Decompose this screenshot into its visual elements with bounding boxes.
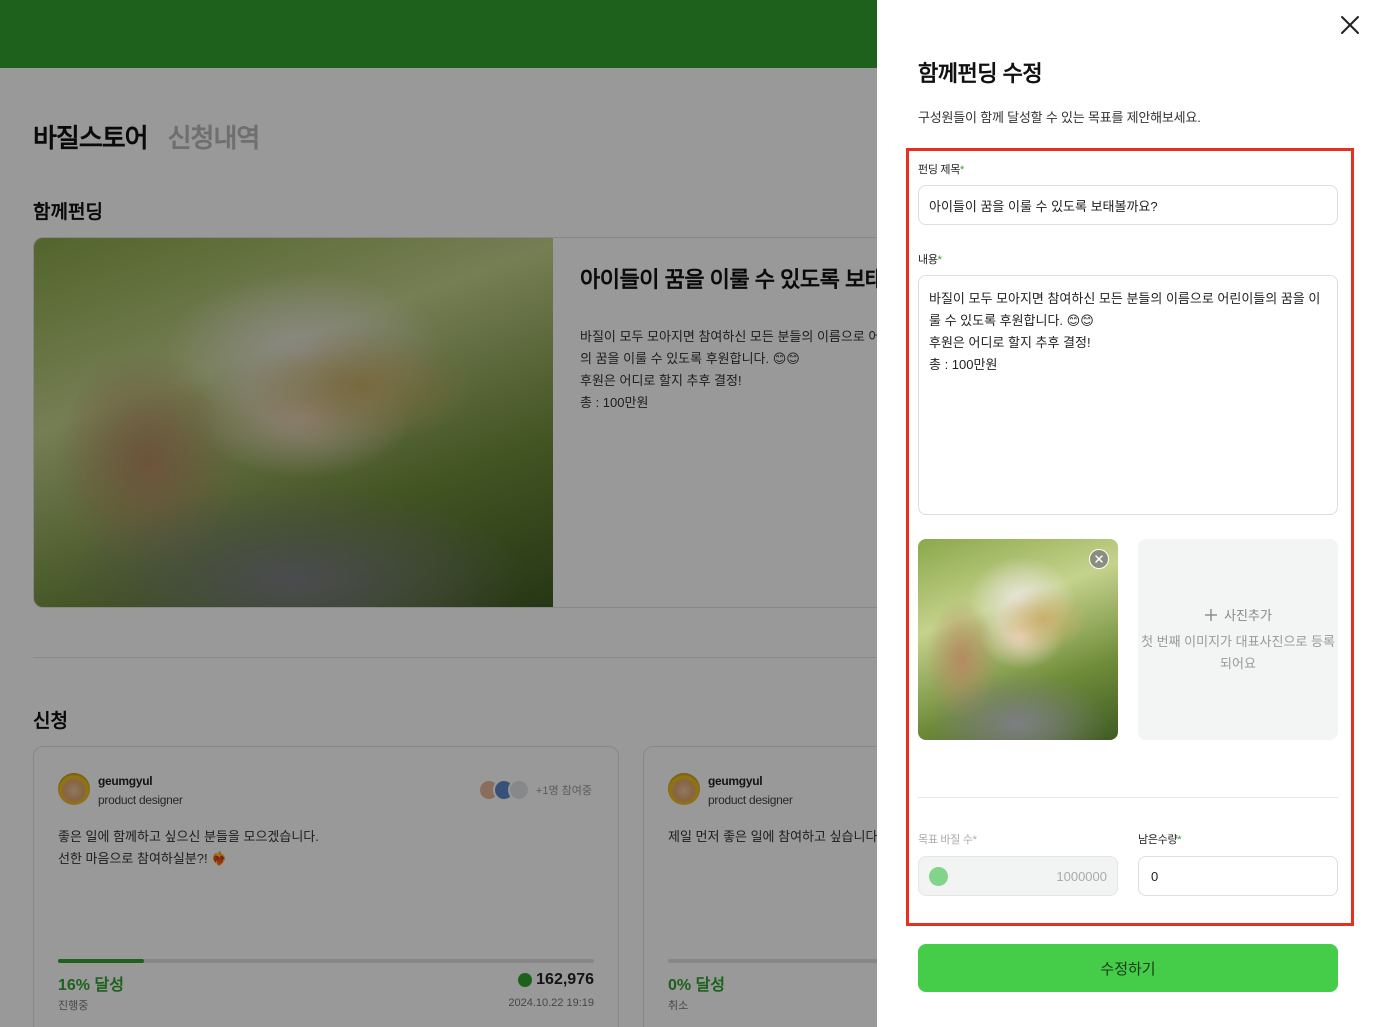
plus-icon (1205, 608, 1218, 621)
uploaded-photo-thumbnail[interactable] (918, 539, 1118, 740)
goal-field-label: 목표 바질 수* (918, 834, 977, 846)
submit-edit-button[interactable]: 수정하기 (918, 944, 1338, 992)
add-photo-label: 사진추가 (1138, 605, 1338, 624)
remaining-field-label: 남은수량* (1138, 834, 1182, 846)
remaining-quantity-input[interactable]: 0 (1138, 856, 1338, 896)
drawer-title: 함께펀딩 수정 (918, 61, 1043, 86)
add-photo-hint: 첫 번째 이미지가 대표사진으로 등록되어요 (1141, 634, 1335, 671)
modal-backdrop[interactable] (0, 0, 877, 1027)
funding-title-input[interactable]: 아이들이 꿈을 이룰 수 있도록 보태볼까요? (918, 185, 1338, 225)
add-photo-button[interactable]: 사진추가 첫 번째 이미지가 대표사진으로 등록되어요 (1138, 539, 1338, 740)
goal-value: 1000000 (1056, 869, 1107, 884)
title-field-label: 펀딩 제목* (918, 164, 965, 176)
remove-photo-icon (1095, 555, 1103, 563)
edit-funding-drawer: 함께펀딩 수정 구성원들이 함께 달성할 수 있는 목표를 제안해보세요. 펀딩… (877, 0, 1376, 1027)
close-icon (1341, 16, 1359, 34)
basil-coin-icon (929, 867, 948, 886)
drawer-subtitle: 구성원들이 함께 달성할 수 있는 목표를 제안해보세요. (918, 110, 1201, 125)
form-highlight-box (906, 148, 1354, 926)
form-divider (918, 797, 1338, 798)
content-field-label: 내용* (918, 254, 942, 266)
goal-basil-input: 1000000 (918, 856, 1118, 896)
close-button[interactable] (1338, 13, 1362, 37)
content-textarea[interactable]: 바질이 모두 모아지면 참여하신 모든 분들의 이름으로 어린이들의 꿈을 이룰… (918, 275, 1338, 515)
remove-photo-button[interactable] (1089, 549, 1109, 569)
